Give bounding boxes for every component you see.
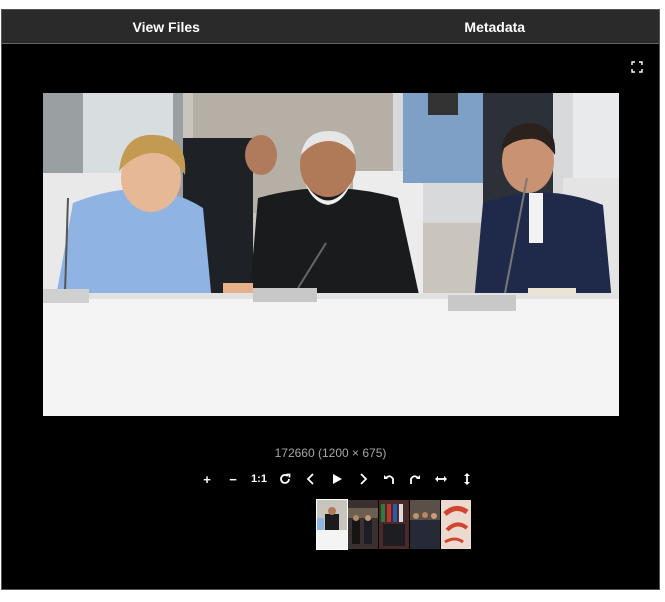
chevron-right-icon <box>360 473 368 485</box>
flip-horizontal-button[interactable] <box>428 470 454 488</box>
thumbnail-strip <box>316 499 471 550</box>
flip-vertical-button[interactable] <box>454 470 480 488</box>
thumbnail-image <box>410 500 440 549</box>
rotate-left-button[interactable] <box>376 470 402 488</box>
zoom-out-button[interactable]: − <box>220 470 246 488</box>
main-photo <box>43 93 619 416</box>
tab-view-files[interactable]: View Files <box>2 10 331 43</box>
thumbnail-image <box>317 500 347 549</box>
chevron-left-icon <box>306 473 314 485</box>
zoom-in-button[interactable]: + <box>194 470 220 488</box>
fullscreen-icon[interactable] <box>631 60 643 73</box>
rotate-right-icon <box>410 475 420 484</box>
tab-bar: View Files Metadata <box>2 10 659 44</box>
next-button[interactable] <box>350 470 376 488</box>
flip-vertical-icon <box>464 473 470 485</box>
thumbnail-item[interactable] <box>348 500 378 549</box>
reset-button[interactable] <box>272 470 298 488</box>
previous-button[interactable] <box>298 470 324 488</box>
thumbnail-item[interactable] <box>441 500 471 549</box>
tab-metadata[interactable]: Metadata <box>331 10 660 43</box>
thumbnail-item[interactable] <box>379 500 409 549</box>
image-viewer: View Files Metadata 172660 (1200 × 675) … <box>1 9 660 590</box>
viewer-toolbar: + − 1:1 <box>194 470 480 488</box>
thumbnail-image <box>348 500 378 549</box>
image-caption: 172660 (1200 × 675) <box>274 446 387 460</box>
refresh-icon <box>280 473 291 484</box>
actual-size-button[interactable]: 1:1 <box>246 470 272 488</box>
thumbnail-item[interactable] <box>316 499 348 550</box>
thumbnail-item[interactable] <box>410 500 440 549</box>
play-icon <box>333 474 342 484</box>
photo-illustration <box>43 93 619 416</box>
rotate-right-button[interactable] <box>402 470 428 488</box>
rotate-left-icon <box>384 475 394 484</box>
flip-horizontal-icon <box>435 476 447 482</box>
play-button[interactable] <box>324 470 350 488</box>
thumbnail-image <box>441 500 471 549</box>
thumbnail-image <box>379 500 409 549</box>
